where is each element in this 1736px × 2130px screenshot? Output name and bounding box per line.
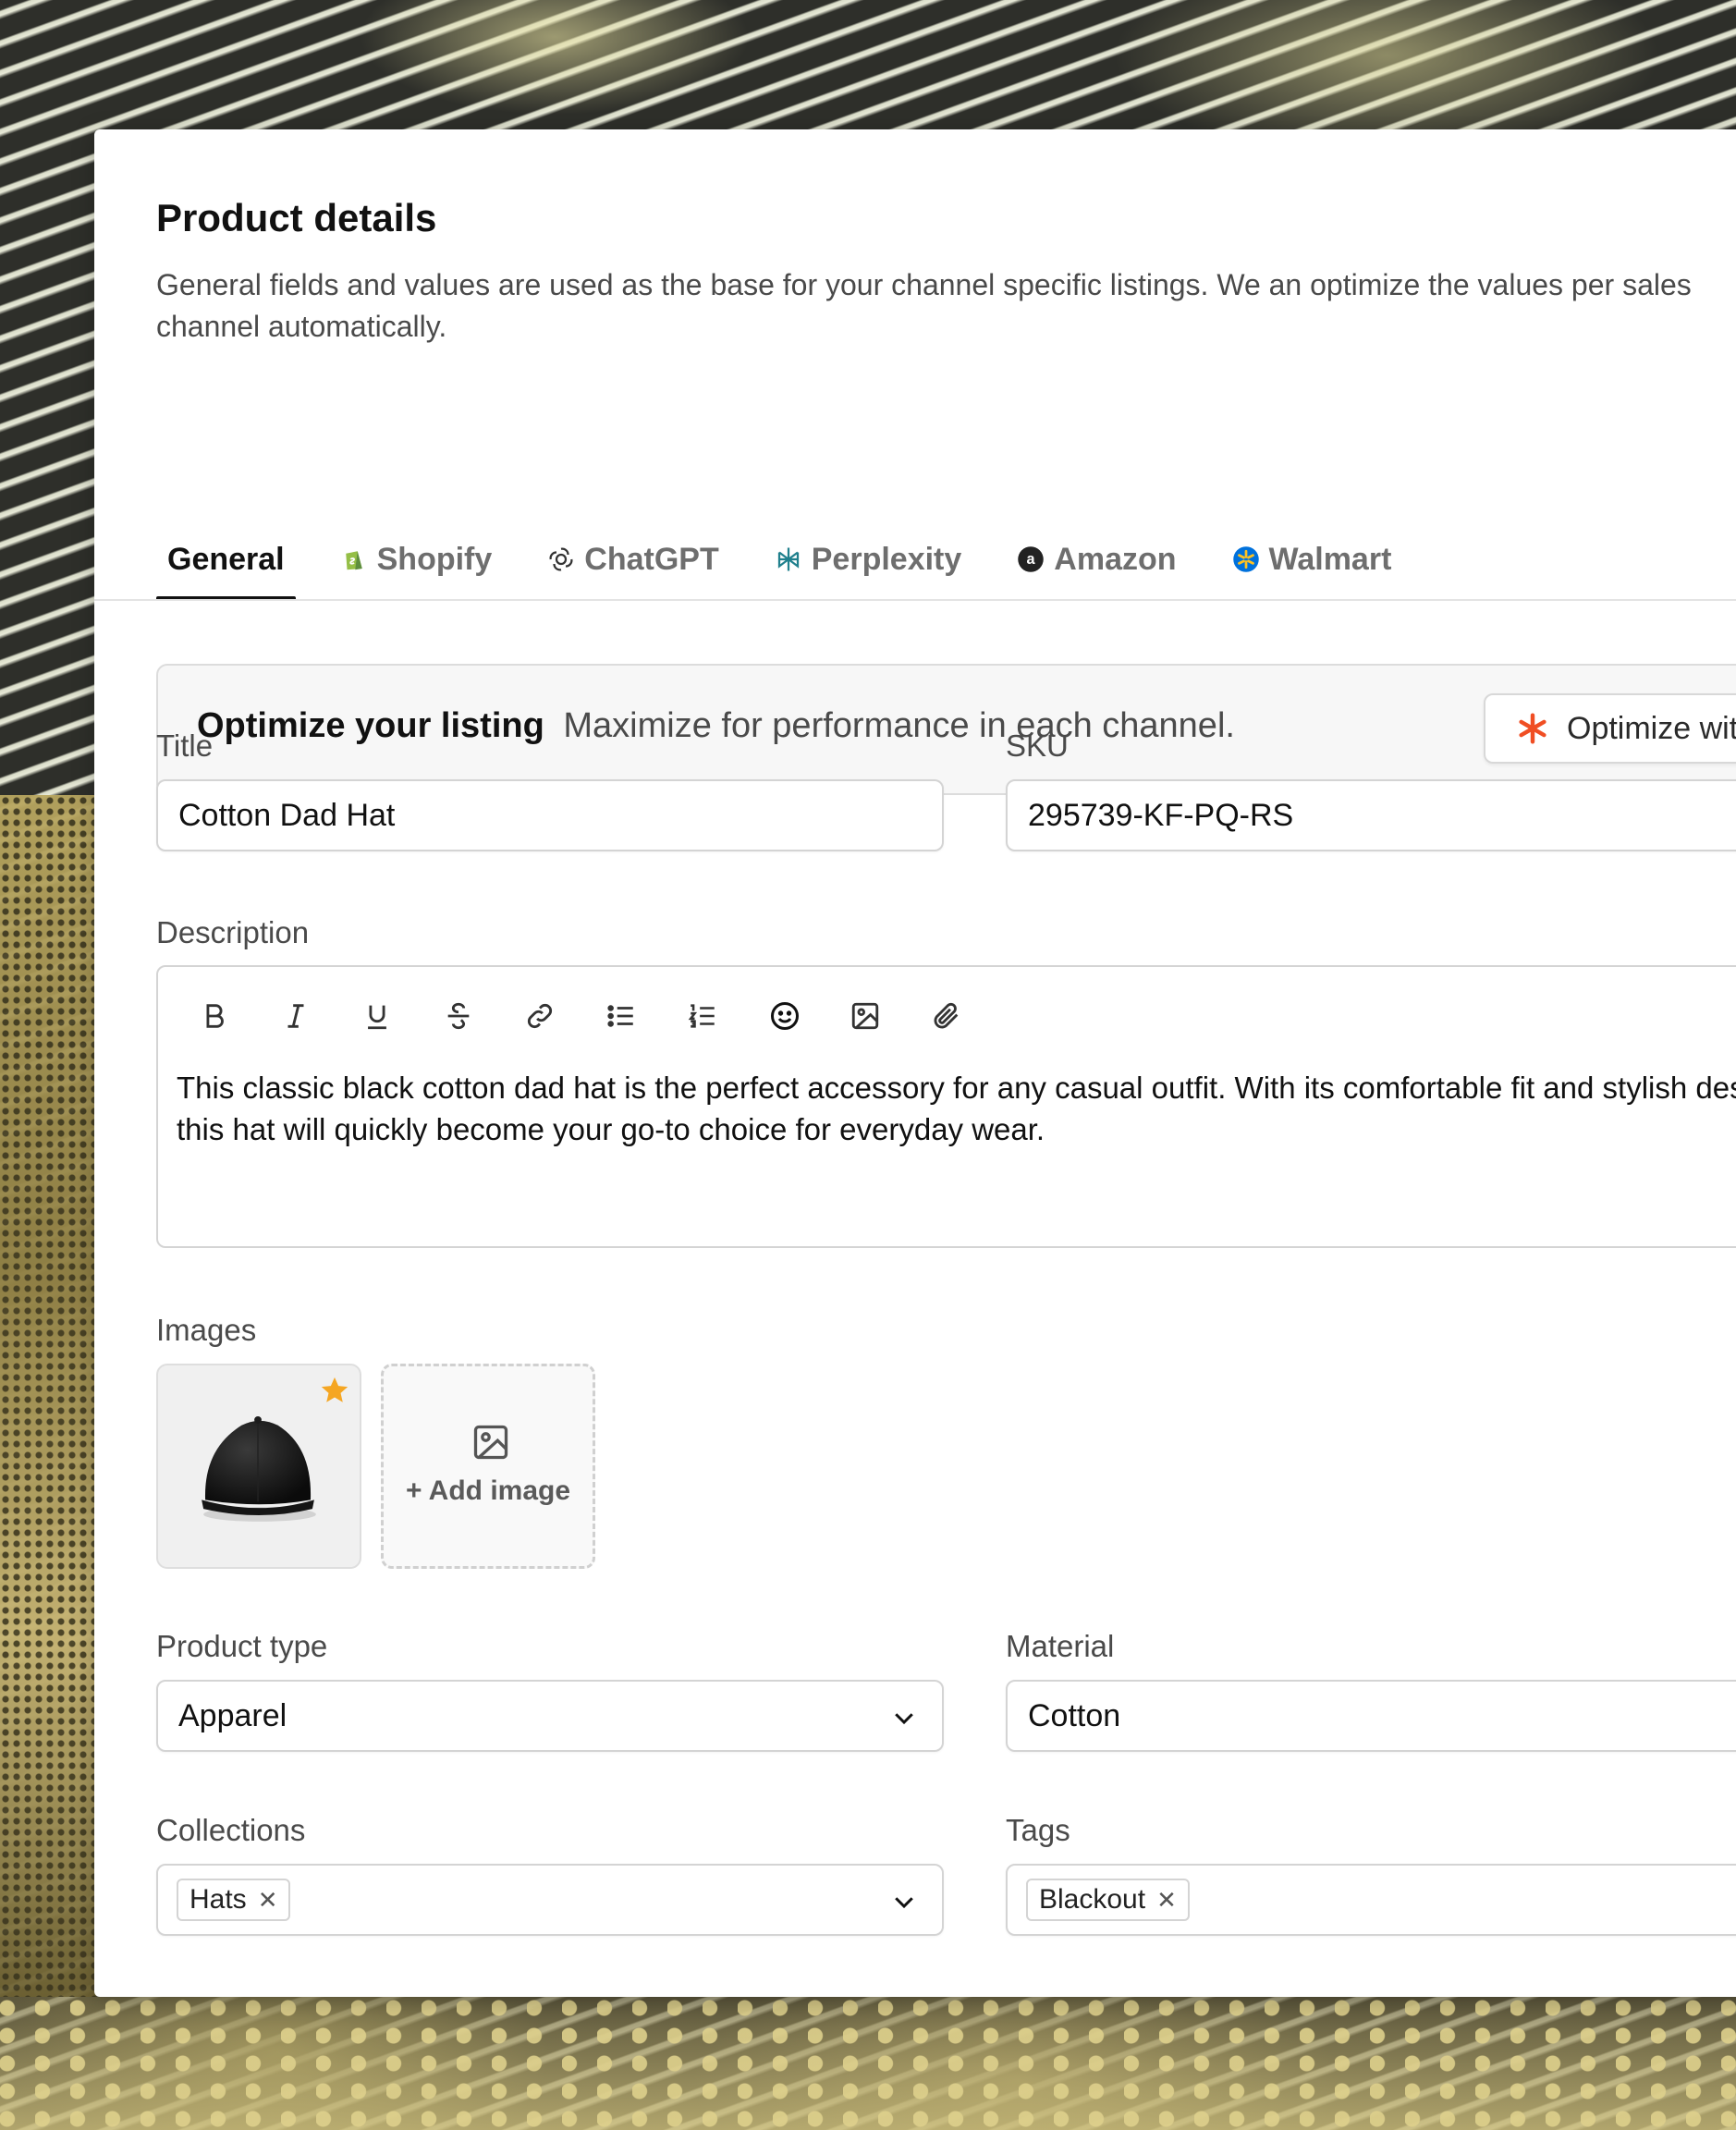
attachment-icon [934, 1002, 959, 1029]
background-coral [0, 795, 96, 1997]
tag-chip: Blackout ✕ [1026, 1879, 1190, 1921]
optimize-button-label: Optimize with AI [1567, 710, 1736, 746]
remove-chip-icon[interactable]: ✕ [1156, 1886, 1177, 1915]
chatgpt-icon [549, 547, 573, 571]
tab-label: Shopify [376, 541, 493, 577]
strikethrough-button[interactable] [435, 993, 517, 1039]
product-image-thumbnail[interactable] [156, 1364, 361, 1569]
italic-button[interactable] [273, 993, 354, 1039]
tab-shopify[interactable]: Shopify [329, 518, 504, 601]
product-type-select[interactable]: Apparel [156, 1680, 944, 1752]
tab-amazon[interactable]: a Amazon [1006, 518, 1187, 601]
underline-button[interactable] [354, 993, 435, 1039]
tab-perplexity[interactable]: Perplexity [764, 518, 973, 601]
tab-label: Walmart [1268, 541, 1392, 577]
sku-input[interactable]: 295739-KF-PQ-RS [1006, 779, 1736, 851]
product-type-value: Apparel [178, 1697, 287, 1733]
chevron-down-icon [895, 1897, 913, 1909]
banner-text: Optimize your listing Maximize for perfo… [197, 706, 1235, 746]
numbered-list-icon [688, 1004, 715, 1028]
chevron-down-icon [895, 1713, 913, 1725]
attachment-button[interactable] [923, 993, 1005, 1039]
collections-label: Collections [156, 1813, 306, 1847]
sku-value: 295739-KF-PQ-RS [1028, 797, 1294, 833]
background-sand [0, 1997, 1736, 2130]
material-input[interactable]: Cotton [1006, 1680, 1736, 1752]
shopify-icon [345, 551, 362, 570]
link-icon [527, 1003, 553, 1029]
add-image-button[interactable]: + Add image [381, 1364, 595, 1569]
title-value: Cotton Dad Hat [178, 797, 396, 833]
page-description: General fields and values are used as th… [156, 268, 1692, 343]
perplexity-icon [777, 547, 799, 571]
bold-icon [206, 1004, 224, 1028]
tabs-divider [94, 599, 1736, 601]
tab-label: Amazon [1054, 541, 1177, 577]
material-label: Material [1006, 1629, 1115, 1663]
tag-chip-label: Blackout [1039, 1884, 1146, 1915]
images-label: Images [156, 1313, 257, 1347]
bullet-list-icon [607, 1005, 633, 1027]
image-placeholder-icon [473, 1425, 508, 1460]
bullet-list-button[interactable] [598, 993, 679, 1039]
image-icon [851, 1002, 879, 1030]
product-type-label: Product type [156, 1629, 328, 1663]
collections-select[interactable]: Hats ✕ [156, 1864, 944, 1936]
star-icon[interactable] [319, 1375, 350, 1406]
tab-walmart[interactable]: Walmart [1221, 518, 1403, 601]
description-label: Description [156, 915, 310, 949]
tab-label: General [167, 541, 285, 577]
svg-text:a: a [1027, 551, 1036, 568]
numbered-list-button[interactable] [679, 993, 761, 1039]
italic-icon [287, 1004, 304, 1028]
tab-label: ChatGPT [584, 541, 719, 577]
collection-chip: Hats ✕ [177, 1879, 291, 1921]
title-label: Title [156, 728, 214, 763]
description-text: This classic black cotton dad hat is the… [177, 1071, 1736, 1146]
title-input[interactable]: Cotton Dad Hat [156, 779, 944, 851]
add-image-label: + Add image [405, 1475, 571, 1506]
tags-input[interactable]: Blackout ✕ [1006, 1864, 1736, 1936]
material-value: Cotton [1028, 1697, 1121, 1733]
link-button[interactable] [517, 993, 598, 1039]
banner-subtitle: Maximize for performance in each channel… [563, 706, 1235, 745]
tab-chatgpt[interactable]: ChatGPT [536, 518, 729, 601]
page-title: Product details [156, 196, 437, 239]
tab-general[interactable]: General [156, 518, 296, 601]
optimize-banner: Optimize your listing Maximize for perfo… [156, 664, 1736, 795]
sku-label: SKU [1006, 728, 1069, 763]
tags-label: Tags [1006, 1813, 1070, 1847]
description-editor[interactable]: This classic black cotton dad hat is the… [156, 965, 1736, 1248]
remove-chip-icon[interactable]: ✕ [258, 1886, 278, 1915]
sparkle-asterisk-icon [1519, 713, 1547, 744]
emoji-icon [771, 1002, 799, 1030]
bold-button[interactable] [191, 993, 273, 1039]
strikethrough-icon [447, 1002, 470, 1030]
emoji-button[interactable] [761, 993, 842, 1039]
insert-image-button[interactable] [842, 993, 923, 1039]
underline-icon [368, 1005, 386, 1030]
banner-title: Optimize your listing [197, 706, 544, 745]
editor-toolbar [191, 993, 1005, 1039]
tab-label: Perplexity [811, 541, 962, 577]
collection-chip-label: Hats [189, 1884, 247, 1915]
optimize-with-ai-button[interactable]: Optimize with AI [1484, 693, 1736, 764]
amazon-icon: a [1018, 546, 1045, 572]
channel-tabs: General Shopify ChatGPT Perplexity a Ama… [156, 518, 1436, 601]
walmart-icon [1232, 546, 1259, 572]
product-details-card: Product details General fields and value… [94, 129, 1736, 1997]
